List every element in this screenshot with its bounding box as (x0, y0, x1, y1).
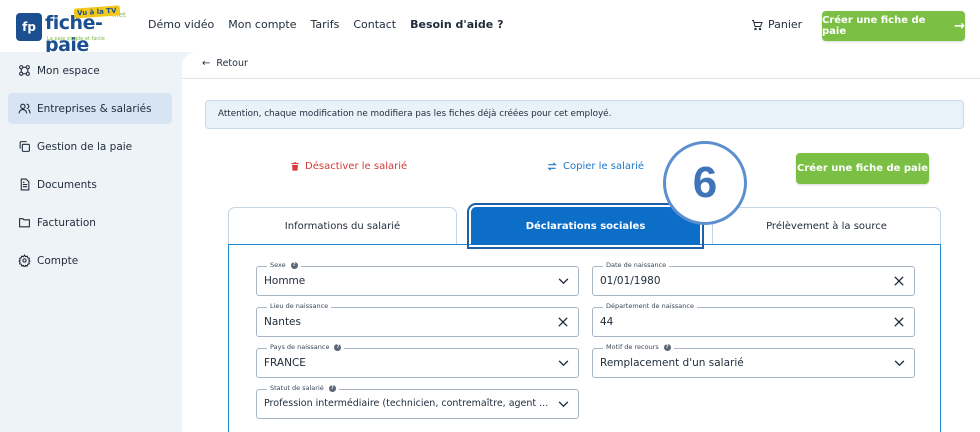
sidebar-item-label: Gestion de la paie (37, 140, 133, 153)
nav-mon-compte[interactable]: Mon compte (228, 18, 296, 31)
chevron-down-icon (557, 357, 569, 369)
departement-naissance-field[interactable]: Département de naissance 44 (592, 302, 915, 337)
cart-icon (752, 19, 763, 30)
sidebar-item-compte[interactable]: Compte (8, 245, 172, 276)
clear-icon[interactable] (893, 316, 905, 328)
cart-link[interactable]: Panier (751, 18, 802, 31)
statut-salarie-select[interactable]: Statut de salarié? Profession intermédia… (256, 384, 579, 419)
swap-icon (547, 162, 557, 171)
cart-label: Panier (768, 18, 803, 31)
statut-value: Profession intermédiaire (technicien, co… (264, 398, 549, 409)
date-naissance-value: 01/01/1980 (600, 275, 661, 287)
main-nav: Démo vidéo Mon compte Tarifs Contact Bes… (148, 18, 517, 31)
step-number-badge: 6 (663, 141, 747, 225)
top-bar: fp fiche-paie .net Vu à la TV La paie si… (0, 0, 980, 56)
logo-tagline: La paie simple et facile (47, 36, 105, 42)
sidebar: Mon espace Entreprises & salariés Gestio… (0, 52, 182, 432)
back-label: Retour (216, 58, 248, 69)
create-payslip-button[interactable]: Créer une fiche de paie (796, 153, 929, 184)
help-icon[interactable]: ? (328, 384, 336, 392)
folder-icon (17, 215, 32, 230)
motif-recours-select[interactable]: Motif de recours? Remplacement d'un sala… (592, 343, 915, 378)
tab-label: Informations du salarié (284, 221, 401, 232)
deactivate-employee-button[interactable]: Désactiver le salarié (290, 161, 407, 172)
help-icon[interactable]: ? (663, 343, 671, 351)
sexe-value: Homme (264, 275, 306, 287)
sexe-select[interactable]: Sexe? Homme (256, 261, 579, 296)
sidebar-item-label: Facturation (37, 216, 96, 229)
sidebar-item-gestion-paie[interactable]: Gestion de la paie (8, 131, 172, 162)
copy-label: Copier le salarié (563, 161, 645, 172)
chevron-down-icon (557, 398, 569, 410)
clear-icon[interactable] (557, 316, 569, 328)
field-label: Pays de naissance? (267, 343, 345, 351)
divider (182, 78, 980, 79)
lieu-naissance-value: Nantes (264, 316, 301, 328)
nav-contact[interactable]: Contact (353, 18, 396, 31)
help-icon[interactable]: ? (334, 343, 342, 351)
field-label: Date de naissance (603, 261, 670, 269)
sidebar-item-mon-espace[interactable]: Mon espace (8, 55, 172, 86)
lieu-naissance-field[interactable]: Lieu de naissance Nantes (256, 302, 579, 337)
nav-demo-video[interactable]: Démo vidéo (148, 18, 214, 31)
users-icon (17, 101, 32, 116)
sidebar-item-facturation[interactable]: Facturation (8, 207, 172, 238)
field-label: Motif de recours? (603, 343, 674, 351)
tab-informations-salarie[interactable]: Informations du salarié (228, 207, 457, 245)
tab-label: Prélèvement à la source (766, 221, 887, 232)
document-icon (17, 177, 32, 192)
nav-aide[interactable]: Besoin d'aide ? (410, 18, 503, 31)
chevron-down-icon (893, 357, 905, 369)
arrow-right-icon: → (954, 18, 965, 34)
copy-employee-button[interactable]: Copier le salarié (546, 161, 644, 172)
copy-icon (17, 139, 32, 154)
back-link[interactable]: ← Retour (202, 58, 248, 69)
deactivate-label: Désactiver le salarié (305, 161, 408, 172)
chevron-down-icon (557, 275, 569, 287)
pays-naissance-select[interactable]: Pays de naissance? FRANCE (256, 343, 579, 378)
tab-declarations-sociales[interactable]: Déclarations sociales (467, 203, 704, 249)
sidebar-item-documents[interactable]: Documents (8, 169, 172, 200)
logo-mark: fp (16, 13, 42, 41)
tab-prelevement-source[interactable]: Prélèvement à la source (712, 207, 941, 245)
nodes-icon (17, 63, 32, 78)
departement-value: 44 (600, 316, 614, 328)
nav-tarifs[interactable]: Tarifs (310, 18, 339, 31)
sidebar-item-label: Documents (37, 178, 97, 191)
field-label: Sexe? (267, 261, 301, 269)
motif-value: Remplacement d'un salarié (600, 357, 744, 369)
create-payslip-label: Créer une fiche de paie (822, 15, 926, 37)
logo[interactable]: fp fiche-paie .net Vu à la TV La paie si… (16, 5, 128, 56)
main-content: ← Retour Attention, chaque modification … (182, 52, 980, 432)
gear-icon (17, 253, 32, 268)
arrow-left-icon: ← (202, 58, 211, 69)
form-panel: Sexe? Homme Date de naissance 01/01/1980… (228, 244, 941, 432)
sidebar-item-entreprises[interactable]: Entreprises & salariés (8, 93, 172, 124)
sidebar-item-label: Mon espace (37, 64, 100, 77)
warning-alert: Attention, chaque modification ne modifi… (205, 100, 964, 129)
create-payslip-button-top[interactable]: Créer une fiche de paie → (822, 11, 965, 41)
trash-icon (291, 162, 299, 171)
sidebar-item-label: Compte (37, 254, 79, 267)
pays-value: FRANCE (264, 357, 306, 369)
field-label: Statut de salarié? (267, 384, 339, 392)
field-label: Département de naissance (603, 302, 697, 310)
help-icon[interactable]: ? (290, 261, 298, 269)
clear-icon[interactable] (893, 275, 905, 287)
sidebar-item-label: Entreprises & salariés (37, 102, 152, 115)
field-label: Lieu de naissance (267, 302, 332, 310)
create-payslip-label: Créer une fiche de paie (796, 163, 928, 174)
date-naissance-field[interactable]: Date de naissance 01/01/1980 (592, 261, 915, 296)
tab-label: Déclarations sociales (525, 220, 646, 232)
